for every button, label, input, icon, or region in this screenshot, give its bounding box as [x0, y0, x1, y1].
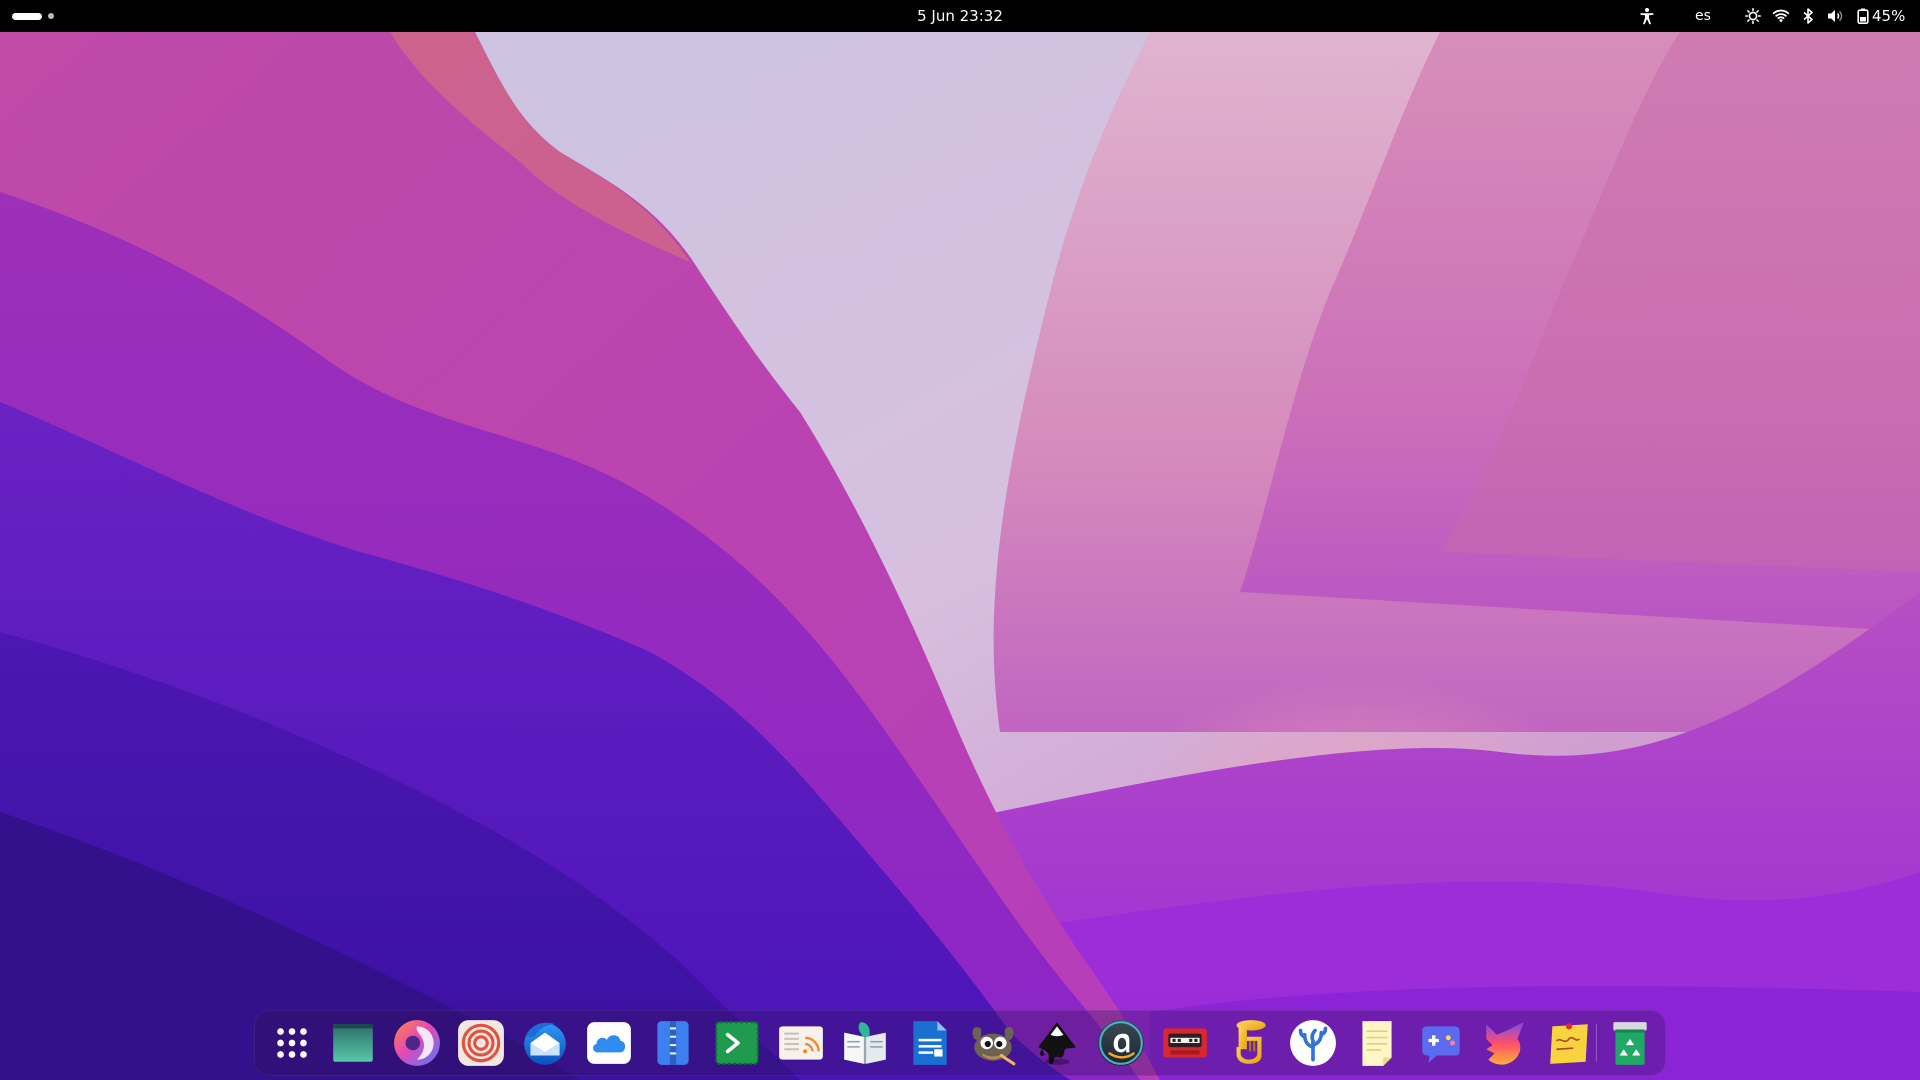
dock-app-gimp[interactable]: [967, 1017, 1019, 1069]
gamepad-icon: [1422, 1026, 1460, 1063]
volume-icon[interactable]: [1824, 0, 1846, 32]
wifi-icon[interactable]: [1770, 0, 1792, 32]
dock-app-inkscape[interactable]: [1031, 1017, 1083, 1069]
dock-app-game-hub[interactable]: [1415, 1017, 1467, 1069]
dock-app-fox[interactable]: [1479, 1017, 1531, 1069]
dock-app-writer[interactable]: [903, 1017, 955, 1069]
dock-app-archive[interactable]: [647, 1017, 699, 1069]
dock-app-mail[interactable]: [519, 1017, 571, 1069]
bluetooth-icon[interactable]: [1798, 0, 1818, 32]
dock-app-coral[interactable]: [1287, 1017, 1339, 1069]
dock-app-cassette-player[interactable]: [1159, 1017, 1211, 1069]
dock-app-ebook-reader[interactable]: [839, 1017, 891, 1069]
ring-icon: [458, 1020, 504, 1066]
dock-app-ring[interactable]: [455, 1017, 507, 1069]
dock-app-notes[interactable]: [1351, 1017, 1403, 1069]
show-applications-button[interactable]: [266, 1017, 318, 1069]
dock-app-sticky-notes[interactable]: [1543, 1017, 1595, 1069]
dock-app-web-browser[interactable]: [391, 1017, 443, 1069]
sticky-note-icon: [1550, 1023, 1588, 1064]
dock-app-amazon[interactable]: [1095, 1017, 1147, 1069]
dock-app-tuba[interactable]: [1223, 1017, 1275, 1069]
clock-area: 5 Jun 23:32: [0, 0, 1920, 32]
top-bar: 5 Jun 23:32 es 45%: [0, 0, 1920, 32]
accessibility-icon[interactable]: [1636, 0, 1658, 32]
dock: [254, 1010, 1666, 1076]
book-icon: [844, 1022, 886, 1064]
wallpaper: [0, 32, 1920, 1080]
terminal-icon: [715, 1021, 759, 1065]
dock-app-trash[interactable]: [1604, 1017, 1656, 1069]
amazon-icon: [1098, 1020, 1144, 1066]
battery-icon[interactable]: [1854, 0, 1872, 32]
workspace-indicator: [48, 13, 54, 19]
app-grid-icon: [277, 1028, 307, 1058]
bird-mail-icon: [524, 1022, 566, 1065]
tuba-icon: [1236, 1020, 1266, 1064]
dock-app-feed-reader[interactable]: [775, 1017, 827, 1069]
inkscape-icon: [1038, 1022, 1076, 1065]
cassette-icon: [1163, 1028, 1207, 1058]
notes-icon: [1362, 1021, 1392, 1066]
gimp-icon: [972, 1027, 1016, 1066]
browser-icon: [394, 1020, 440, 1066]
trash-icon: [1613, 1022, 1647, 1065]
battery-percentage[interactable]: 45%: [1872, 0, 1905, 32]
activities-button[interactable]: [12, 9, 72, 23]
document-icon: [913, 1021, 947, 1065]
workspace-active-indicator: [12, 12, 42, 20]
brightness-icon[interactable]: [1742, 0, 1764, 32]
language-indicator[interactable]: es: [1688, 0, 1718, 32]
coral-icon: [1290, 1020, 1336, 1066]
dock-app-terminal[interactable]: [711, 1017, 763, 1069]
desktop-screen: 5 Jun 23:32 es 45%: [0, 0, 1920, 1080]
dock-app-desktop[interactable]: [327, 1017, 379, 1069]
desktop-icon: [333, 1024, 373, 1062]
clock[interactable]: 5 Jun 23:32: [907, 3, 1013, 29]
fox-icon: [1486, 1022, 1524, 1065]
cloud-icon: [587, 1022, 631, 1064]
dock-app-cloud[interactable]: [583, 1017, 635, 1069]
dock-separator: [1596, 1024, 1597, 1062]
rss-icon: [779, 1026, 823, 1060]
zipper-icon: [657, 1021, 689, 1065]
